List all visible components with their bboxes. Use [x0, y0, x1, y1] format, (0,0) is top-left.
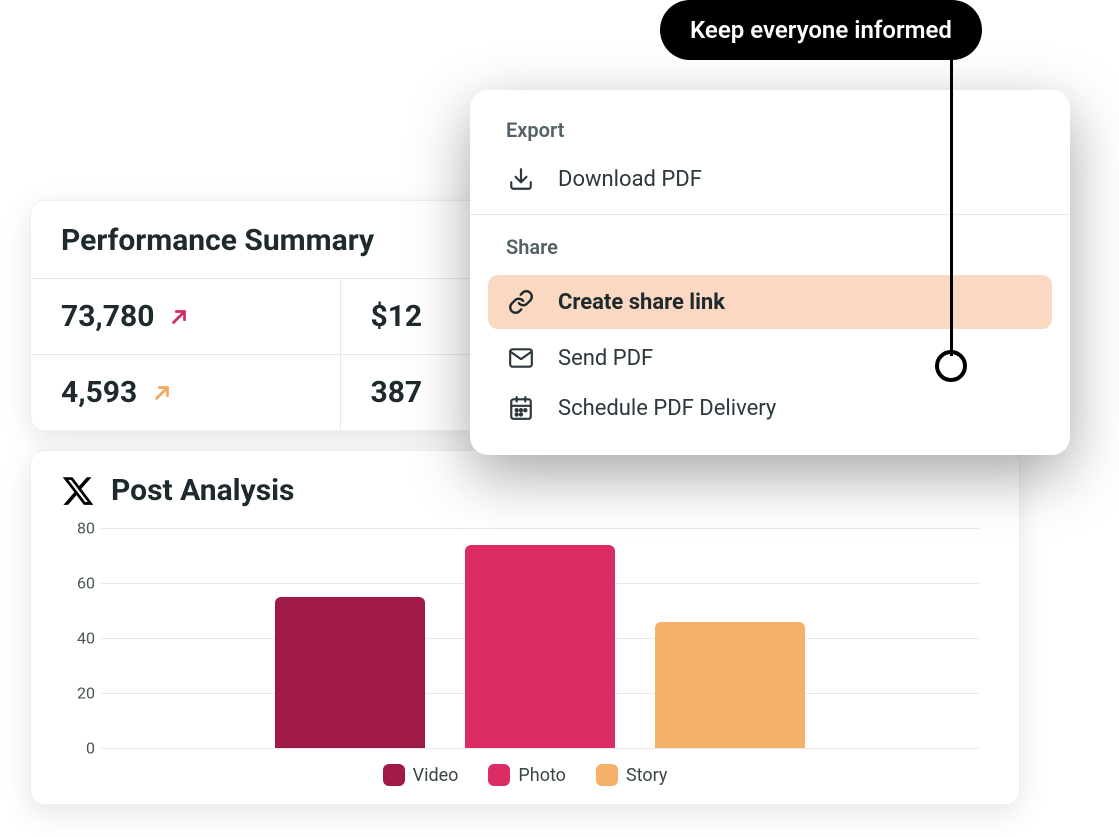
share-section-label: Share — [470, 229, 1070, 271]
bars-container — [101, 528, 979, 748]
y-tick-label: 40 — [61, 629, 95, 648]
x-logo-icon — [61, 474, 95, 508]
bar-chart: 020406080 — [101, 528, 979, 748]
callout-connector-ring — [935, 350, 967, 382]
grid-line — [101, 748, 979, 749]
download-icon — [506, 166, 536, 192]
legend-item-photo[interactable]: Photo — [488, 764, 566, 786]
metric-value: 4,593 — [61, 375, 137, 410]
legend-label: Story — [626, 765, 667, 786]
callout-pill: Keep everyone informed — [660, 0, 982, 60]
legend-swatch — [596, 764, 618, 786]
export-section-label: Export — [470, 112, 1070, 154]
metric-cell: 4,593 — [31, 355, 341, 430]
export-share-popover: Export Download PDF Share Create share l… — [470, 90, 1070, 455]
metric-value: 73,780 — [61, 299, 154, 334]
post-analysis-title: Post Analysis — [111, 473, 294, 508]
bar-story — [655, 622, 805, 749]
metric-value: 387 — [371, 375, 423, 410]
create-share-link-item[interactable]: Create share link — [488, 275, 1052, 329]
create-share-link-label: Create share link — [558, 290, 725, 315]
schedule-pdf-item[interactable]: Schedule PDF Delivery — [470, 383, 1070, 433]
post-analysis-card: Post Analysis 020406080 VideoPhotoStory — [30, 450, 1020, 805]
callout-text: Keep everyone informed — [690, 16, 952, 44]
metric-value: $12 — [371, 299, 423, 334]
bar-video — [275, 597, 425, 748]
calendar-icon — [506, 395, 536, 421]
y-tick-label: 20 — [61, 684, 95, 703]
legend-item-video[interactable]: Video — [383, 764, 459, 786]
legend-label: Photo — [518, 765, 566, 786]
legend-label: Video — [413, 765, 459, 786]
mail-icon — [506, 345, 536, 371]
popover-divider — [470, 214, 1070, 215]
legend-swatch — [488, 764, 510, 786]
send-pdf-label: Send PDF — [558, 346, 653, 371]
callout-connector-line — [950, 54, 953, 356]
chart-legend: Video Photo Story — [61, 764, 989, 786]
y-tick-label: 0 — [61, 739, 95, 758]
download-pdf-item[interactable]: Download PDF — [470, 154, 1070, 204]
trend-up-icon — [168, 306, 190, 328]
metric-cell: 73,780 — [31, 279, 341, 354]
legend-item-story[interactable]: Story — [596, 764, 667, 786]
legend-swatch — [383, 764, 405, 786]
send-pdf-item[interactable]: Send PDF — [470, 333, 1070, 383]
link-icon — [506, 289, 536, 315]
trend-up-icon — [151, 382, 173, 404]
post-analysis-header: Post Analysis — [61, 473, 989, 508]
schedule-pdf-label: Schedule PDF Delivery — [558, 396, 776, 421]
download-pdf-label: Download PDF — [558, 167, 702, 192]
y-tick-label: 60 — [61, 574, 95, 593]
bar-photo — [465, 545, 615, 749]
y-tick-label: 80 — [61, 519, 95, 538]
